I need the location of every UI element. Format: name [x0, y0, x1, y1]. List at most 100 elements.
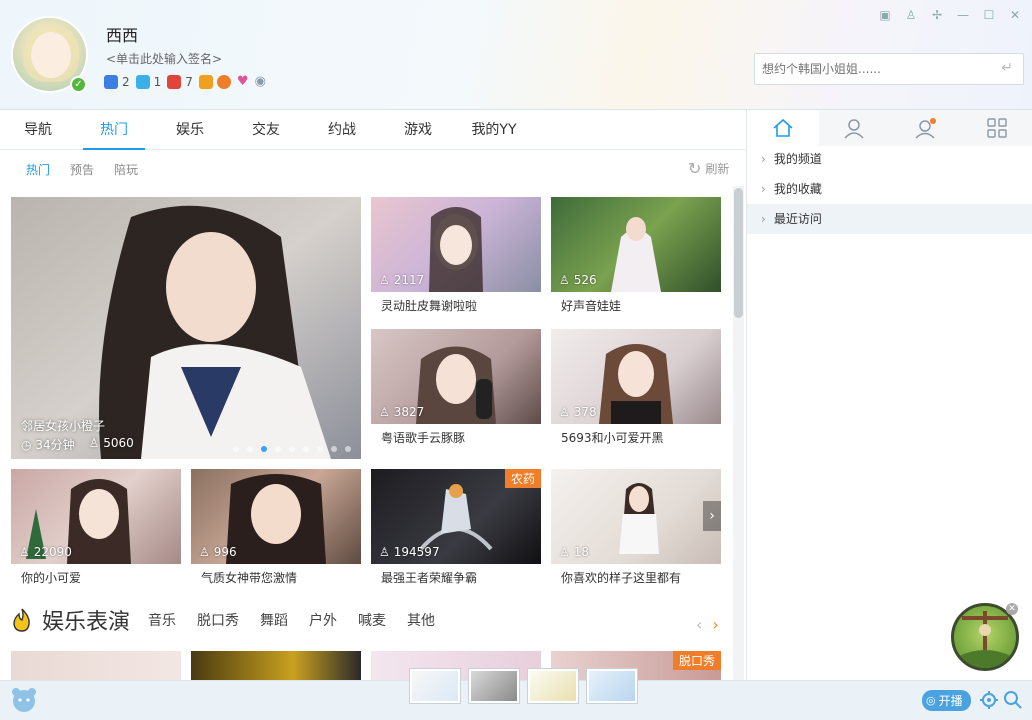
hero-banner[interactable]: 邻居女孩小橙子 ◷ 34分钟 ♙ 5060: [11, 197, 361, 459]
section-cat-music[interactable]: 音乐: [148, 610, 176, 630]
section-cat-shout[interactable]: 喊麦: [358, 610, 386, 630]
tab-nav[interactable]: 导航: [0, 110, 76, 149]
skin-icon[interactable]: ▣: [878, 8, 892, 22]
tab-home[interactable]: [747, 110, 819, 146]
stream-card[interactable]: ♙ 996 气质女神带您激情: [191, 469, 361, 587]
tab-friend-notify[interactable]: [890, 110, 962, 146]
tab-my-yy[interactable]: 我的YY: [456, 110, 532, 149]
stream-card[interactable]: ♙ 2117 灵动肚皮舞谢啦啦: [371, 197, 541, 315]
viewer-count: ♙ 3827: [379, 405, 424, 419]
close-icon[interactable]: ✕: [1008, 8, 1022, 22]
carousel-dot[interactable]: [275, 446, 281, 452]
mascot-icon[interactable]: [10, 686, 38, 714]
game-icon[interactable]: [104, 74, 118, 89]
diamond-count: 1: [153, 74, 162, 89]
tab-entertainment[interactable]: 娱乐: [152, 110, 228, 149]
category-tag: 农药: [504, 469, 541, 488]
stream-card-preview[interactable]: [191, 651, 361, 680]
stream-title: 5693和小可爱开黑: [561, 431, 664, 445]
pin-icon[interactable]: ✢: [930, 8, 944, 22]
stream-thumbnail: ♙ 2117: [371, 197, 541, 292]
game-count: 2: [122, 74, 130, 89]
stream-card[interactable]: ♙ 194597 农药 最强王者荣耀争霸: [371, 469, 541, 587]
vip-icon[interactable]: [167, 74, 182, 89]
tab-social[interactable]: 交友: [228, 110, 304, 149]
stream-thumbnail: ♙ 3827: [371, 329, 541, 424]
window-thumbnail[interactable]: [409, 668, 461, 704]
diamond-icon[interactable]: [135, 74, 150, 89]
viewers: 996: [213, 545, 237, 559]
section-cat-outdoor[interactable]: 户外: [309, 610, 337, 630]
list-item-label: 我的频道: [773, 152, 822, 166]
person-icon: ♙: [559, 273, 570, 287]
signature-field[interactable]: <单击此处输入签名>: [106, 50, 222, 67]
subtab-companion[interactable]: 陪玩: [114, 161, 138, 178]
stream-card[interactable]: ♙ 378 5693和小可爱开黑: [551, 329, 721, 447]
tab-contacts[interactable]: [818, 110, 890, 146]
window-thumbnail[interactable]: [586, 668, 638, 704]
enter-icon[interactable]: ↵: [1001, 60, 1013, 76]
list-item-my-channels[interactable]: › 我的频道: [747, 144, 1032, 174]
person-icon: ♙: [199, 545, 210, 559]
nickname[interactable]: 西西: [106, 22, 138, 46]
subtab-preview[interactable]: 预告: [70, 161, 94, 178]
carousel-dot[interactable]: [317, 446, 323, 452]
scrollbar-thumb[interactable]: [734, 188, 743, 318]
eye-icon[interactable]: ◉: [255, 74, 266, 89]
list-item-favorites[interactable]: › 我的收藏: [747, 174, 1032, 204]
window-thumbnail[interactable]: [527, 668, 579, 704]
video-icon[interactable]: [198, 74, 213, 89]
duration: ◷ 34分钟: [21, 436, 75, 453]
maximize-icon[interactable]: ☐: [982, 8, 996, 22]
stream-card[interactable]: ♙ 526 好声音娃娃: [551, 197, 721, 315]
next-arrow-icon[interactable]: ›: [703, 501, 721, 531]
minimize-icon[interactable]: —: [956, 8, 970, 22]
heart-icon[interactable]: ♥: [237, 74, 249, 89]
carousel-dot[interactable]: [345, 446, 351, 452]
carousel-dot[interactable]: [233, 446, 239, 452]
search-box: ↵: [754, 53, 1024, 85]
carousel-dot[interactable]: [331, 446, 337, 452]
stream-card[interactable]: ♙ 3827 粤语歌手云豚豚: [371, 329, 541, 447]
broadcast-label: 开播: [938, 694, 963, 708]
window-thumbnails: [409, 668, 638, 704]
list-item-recent[interactable]: › 最近访问: [747, 204, 1032, 234]
face-icon[interactable]: [216, 74, 231, 89]
broadcast-button[interactable]: ◎ 开播: [922, 690, 971, 711]
carousel-dot[interactable]: [289, 446, 295, 452]
apps-icon: [987, 118, 1007, 138]
person-icon: ♙: [379, 405, 390, 419]
person-icon: ♙: [379, 273, 390, 287]
tab-apps[interactable]: [961, 110, 1032, 146]
subtab-hot[interactable]: 热门: [26, 161, 50, 178]
gear-icon[interactable]: [979, 690, 999, 710]
stream-card[interactable]: ♙ 18 你喜欢的样子这里都有: [551, 469, 721, 587]
window-thumbnail[interactable]: [468, 668, 520, 704]
stream-title: 粤语歌手云豚豚: [381, 431, 466, 445]
next-arrow-icon[interactable]: ›: [712, 615, 718, 634]
section-cat-dance[interactable]: 舞蹈: [260, 610, 288, 630]
shirt-icon[interactable]: ♙: [904, 8, 918, 22]
carousel-dot[interactable]: [303, 446, 309, 452]
section-cat-other[interactable]: 其他: [407, 610, 435, 630]
tab-battle[interactable]: 约战: [304, 110, 380, 149]
stream-card[interactable]: ♙ 22090 你的小可爱: [11, 469, 181, 587]
carousel-dot-active[interactable]: [261, 446, 267, 452]
viewer-count: ♙ 5060: [89, 436, 134, 453]
prev-arrow-icon[interactable]: ‹: [696, 615, 702, 634]
carousel-dot[interactable]: [247, 446, 253, 452]
chevron-right-icon: ›: [761, 152, 766, 166]
section-header: 娱乐表演 音乐 脱口秀 舞蹈 户外 喊麦 其他: [10, 604, 456, 636]
list-item-label: 最近访问: [773, 212, 822, 226]
stream-thumbnail: ♙ 526: [551, 197, 721, 292]
viewer-count: ♙ 18: [559, 545, 589, 559]
stream-card-preview[interactable]: [11, 651, 181, 680]
section-cat-talkshow[interactable]: 脱口秀: [197, 610, 239, 630]
contact-icon: [844, 119, 864, 139]
tab-games[interactable]: 游戏: [380, 110, 456, 149]
search-icon[interactable]: [1003, 690, 1023, 710]
search-input[interactable]: [755, 54, 985, 84]
refresh-button[interactable]: ↻ 刷新: [688, 159, 729, 178]
tab-hot[interactable]: 热门: [76, 110, 152, 150]
close-icon[interactable]: ✕: [1006, 603, 1018, 615]
